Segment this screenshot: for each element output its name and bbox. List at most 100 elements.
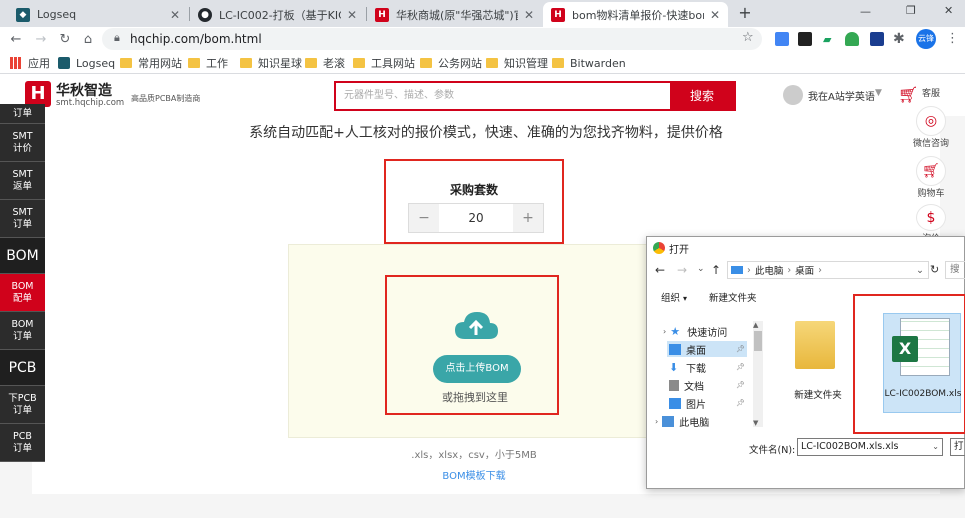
breadcrumb-item[interactable]: 此电脑 <box>755 263 784 277</box>
restore-button[interactable]: ❐ <box>906 4 916 17</box>
reload-icon[interactable]: ↻ <box>57 31 73 47</box>
file-open-dialog: 打开 ← → ⌄ ↑ › 此电脑 › 桌面 › ⌄ ↻ 搜 组织 ▾ 新建文件夹… <box>646 236 965 489</box>
tab-hqchip-mall[interactable]: H 华秋商城(原"华强芯城")官网_电子 ✕ <box>367 2 542 27</box>
bom-template-download-link[interactable]: BOM模板下载 <box>288 467 660 482</box>
android-icon[interactable] <box>845 32 859 46</box>
quote-icon: $ <box>916 204 946 231</box>
extension-icon[interactable] <box>775 32 789 46</box>
back-icon[interactable]: ← <box>655 263 665 277</box>
tab-bom-quote[interactable]: H bom物料清单报价-快速bom单导 ✕ <box>543 2 728 27</box>
chevron-down-icon[interactable]: ⌄ <box>932 439 939 455</box>
back-icon[interactable]: ← <box>8 31 24 47</box>
close-window-button[interactable]: ✕ <box>944 4 953 17</box>
wechat-button[interactable]: ◎ 微信咨询 <box>906 104 956 150</box>
nav-label: 返单 <box>12 180 32 192</box>
nav-documents[interactable]: 文档 📌︎ <box>669 377 747 393</box>
pin-icon: 📌︎ <box>736 381 745 389</box>
chevron-right-icon: › <box>818 264 822 276</box>
user-name[interactable]: 我在A站学英语 <box>808 88 875 103</box>
path-bar[interactable]: › 此电脑 › 桌面 › ⌄ <box>727 261 929 279</box>
close-icon[interactable]: ✕ <box>170 8 180 22</box>
bookmark-folder[interactable]: 工作 <box>188 55 228 71</box>
nav-smt-pricing[interactable]: SMT 计价 <box>0 124 45 162</box>
breadcrumb-item[interactable]: 桌面 <box>795 263 814 277</box>
open-button[interactable]: 打 <box>950 438 965 456</box>
bookmark-apps[interactable]: 应用 <box>10 55 50 71</box>
bookmark-logseq[interactable]: Logseq <box>58 55 115 71</box>
forward-icon[interactable]: → <box>677 263 687 277</box>
extension-icon[interactable] <box>798 32 812 46</box>
chevron-down-icon[interactable]: ⌄ <box>697 264 705 274</box>
user-avatar[interactable] <box>783 85 803 105</box>
nav-bom-order[interactable]: BOM 订单 <box>0 312 45 350</box>
tab-label: bom物料清单报价-快速bom单导 <box>572 8 704 22</box>
file-format-hint: .xls，xlsx，csv，小于5MB <box>411 450 537 461</box>
tab-github[interactable]: ● LC-IC002-打板（基于KICAD） ✕ <box>190 2 365 27</box>
star-bookmark-icon[interactable]: ☆ <box>742 30 754 45</box>
cart-button[interactable]: 🛒︎ 购物车 <box>906 154 956 200</box>
wechat-icon: ◎ <box>916 105 946 136</box>
menu-icon[interactable]: ⋮ <box>946 31 959 46</box>
nav-label: 订单 <box>12 442 32 454</box>
nav-smt-reorder[interactable]: SMT 返单 <box>0 162 45 200</box>
tab-label: Logseq <box>37 8 77 21</box>
avatar[interactable]: 云锋 <box>916 29 936 49</box>
extension-icon[interactable] <box>870 32 884 46</box>
filename-input[interactable]: LC-IC002BOM.xls.xls ⌄ <box>797 438 943 456</box>
bookmark-folder[interactable]: 老滚 <box>305 55 345 71</box>
search-button[interactable]: 搜索 <box>670 83 734 109</box>
tab-logseq[interactable]: ◆ Logseq ✕ <box>8 2 188 27</box>
new-folder-button[interactable]: 新建文件夹 <box>709 290 757 304</box>
home-icon[interactable]: ⌂ <box>80 31 96 47</box>
nav-this-pc[interactable]: › 此电脑 <box>655 413 709 429</box>
service-button[interactable]: 客服 <box>906 74 956 100</box>
search-input[interactable]: 搜 <box>945 261 965 279</box>
address-bar[interactable]: 🔒︎ hqchip.com/bom.html ☆ <box>102 28 762 50</box>
highlight-box <box>384 159 564 244</box>
bookmark-folder[interactable]: 知识管理 <box>486 55 548 71</box>
refresh-icon[interactable]: ↻ <box>930 263 939 276</box>
nav-label: BOM <box>6 247 39 264</box>
nav-scrollbar[interactable]: ▲ ▼ <box>753 321 763 427</box>
nav-downloads[interactable]: ⬇ 下载 📌︎ <box>669 359 747 375</box>
bookmark-label: 知识星球 <box>258 57 302 70</box>
filename-value: LC-IC002BOM.xls.xls <box>801 441 899 452</box>
close-icon[interactable]: ✕ <box>524 8 534 22</box>
new-tab-button[interactable]: + <box>736 4 754 22</box>
extension-icon[interactable]: ▰ <box>823 33 835 46</box>
organize-menu[interactable]: 组织 ▾ <box>661 290 687 304</box>
chevron-right-icon: › <box>787 264 792 276</box>
wechat-label: 微信咨询 <box>912 138 949 149</box>
bookmark-folder[interactable]: 知识星球 <box>240 55 302 71</box>
up-icon[interactable]: ↑ <box>711 263 721 277</box>
scroll-down-icon[interactable]: ▼ <box>753 419 758 427</box>
bookmark-folder[interactable]: 公务网站 <box>420 55 482 71</box>
scroll-up-icon[interactable]: ▲ <box>753 321 758 329</box>
puzzle-icon[interactable]: ✱ <box>893 31 905 47</box>
organize-label: 组织 <box>661 293 681 304</box>
bookmark-folder[interactable]: 常用网站 <box>120 55 182 71</box>
close-icon[interactable]: ✕ <box>347 8 357 22</box>
chevron-down-icon[interactable]: ⌄ <box>916 265 924 276</box>
nav-pcb-order[interactable]: PCB 订单 <box>0 424 45 462</box>
nav-smt-order[interactable]: SMT 订单 <box>0 200 45 238</box>
chevron-down-icon[interactable]: ▼ <box>875 88 882 98</box>
nav-desktop[interactable]: 桌面 📌︎ <box>667 341 747 357</box>
nav-bom-match[interactable]: BOM 配单 <box>0 274 45 312</box>
forward-icon[interactable]: → <box>33 31 49 47</box>
nav-order[interactable]: 订单 <box>0 104 45 124</box>
nav-pcb-place-order[interactable]: 下PCB 订单 <box>0 386 45 424</box>
minimize-button[interactable]: — <box>860 5 871 18</box>
search-bar: 元器件型号、描述、参数 搜索 <box>334 81 736 111</box>
scroll-thumb[interactable] <box>754 331 762 351</box>
bookmark-folder[interactable]: 工具网站 <box>353 55 415 71</box>
nav-label: 订单 <box>12 330 32 342</box>
file-item-folder[interactable]: 新建文件夹 <box>783 317 853 417</box>
picture-icon <box>669 397 681 409</box>
search-input[interactable]: 元器件型号、描述、参数 <box>336 83 670 109</box>
nav-quick-access[interactable]: › ★ 快速访问 <box>663 323 727 339</box>
nav-label: 订单 <box>12 218 32 230</box>
close-icon[interactable]: ✕ <box>710 8 720 22</box>
nav-pictures[interactable]: 图片 📌︎ <box>669 395 747 411</box>
bookmark-folder[interactable]: Bitwarden <box>552 55 626 71</box>
